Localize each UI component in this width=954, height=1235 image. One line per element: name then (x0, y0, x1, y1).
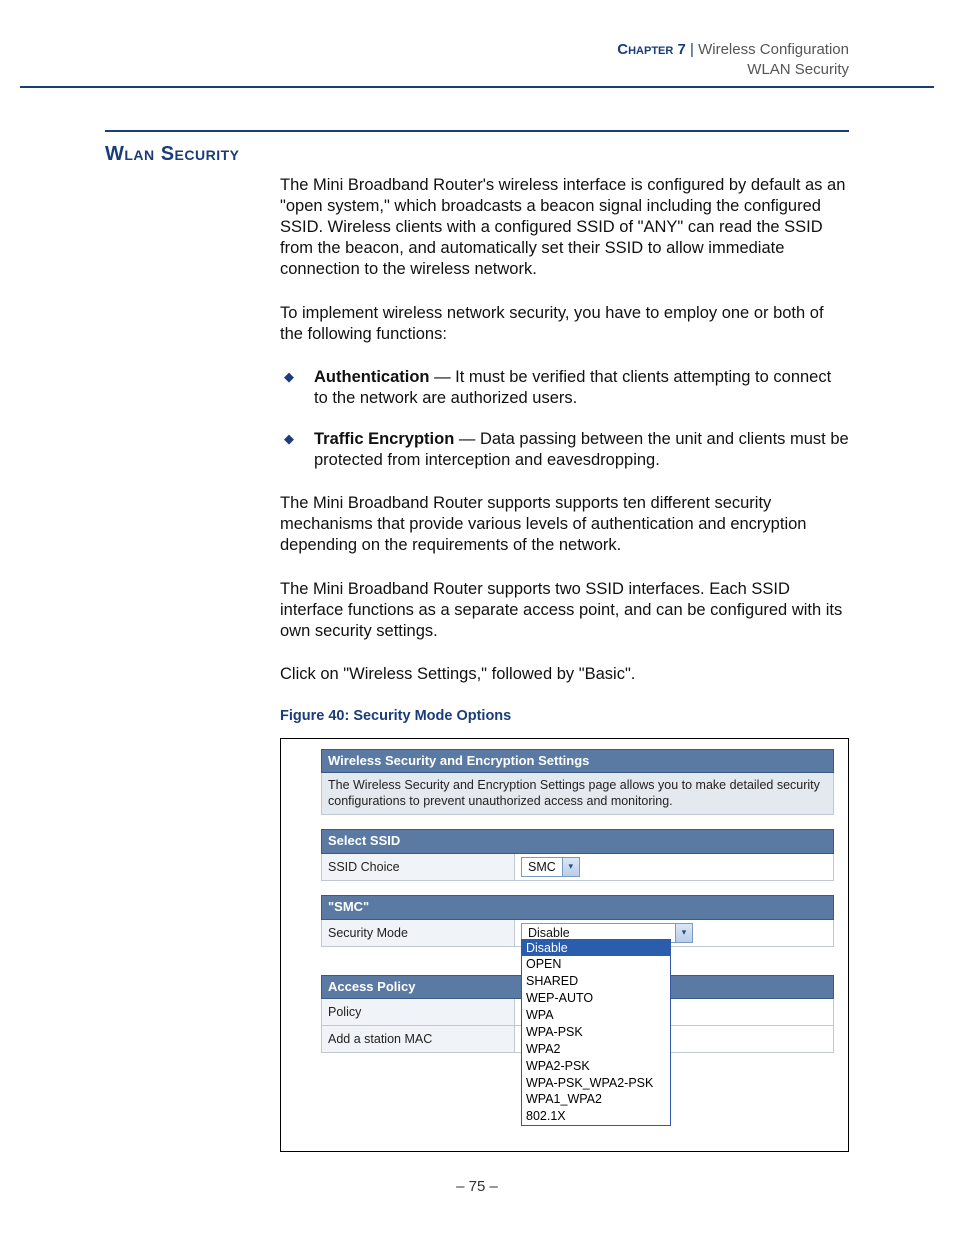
bullet-list: Authentication — It must be verified tha… (280, 367, 849, 471)
paragraph: The Mini Broadband Router supports two S… (280, 579, 849, 642)
dropdown-option[interactable]: SHARED (522, 973, 670, 990)
add-mac-label: Add a station MAC (322, 1026, 515, 1052)
ssid-choice-value: SMC (522, 859, 562, 875)
ssid-choice-select[interactable]: SMC ▾ (521, 857, 580, 877)
paragraph: The Mini Broadband Router supports suppo… (280, 493, 849, 556)
paragraph: Click on "Wireless Settings," followed b… (280, 664, 849, 685)
security-mode-label: Security Mode (322, 920, 515, 946)
page-number: – 75 – (0, 1178, 954, 1195)
list-item: Traffic Encryption — Data passing betwee… (280, 429, 849, 471)
panel-description: The Wireless Security and Encryption Set… (321, 773, 834, 815)
dropdown-option[interactable]: WPA2 (522, 1041, 670, 1058)
bullet-label: Authentication (314, 368, 430, 386)
panel-title-encryption: Wireless Security and Encryption Setting… (321, 749, 834, 774)
panel-title-smc: "SMC" (321, 895, 834, 920)
header-section-title: Wireless Configuration (698, 41, 849, 58)
ssid-choice-label: SSID Choice (322, 854, 515, 880)
dropdown-option[interactable]: WPA (522, 1007, 670, 1024)
dropdown-option[interactable]: WEP-AUTO (522, 990, 670, 1007)
chapter-label: Chapter 7 (617, 41, 686, 58)
header-subsection: WLAN Security (617, 60, 849, 80)
security-mode-dropdown[interactable]: Disable OPEN SHARED WEP-AUTO WPA WPA-PSK… (521, 939, 671, 1127)
dropdown-option[interactable]: WPA-PSK (522, 1024, 670, 1041)
ssid-choice-row: SSID Choice SMC ▾ (321, 854, 834, 881)
header-divider: | (686, 41, 698, 58)
dropdown-option[interactable]: 802.1X (522, 1108, 670, 1125)
chevron-down-icon: ▾ (562, 858, 579, 876)
policy-label: Policy (322, 999, 515, 1025)
dropdown-option[interactable]: WPA-PSK_WPA2-PSK (522, 1075, 670, 1092)
paragraph: The Mini Broadband Router's wireless int… (280, 175, 849, 281)
chevron-down-icon: ▾ (675, 924, 692, 942)
body-content: The Mini Broadband Router's wireless int… (280, 175, 849, 1152)
bullet-label: Traffic Encryption (314, 430, 454, 448)
section-rule (105, 130, 849, 132)
figure-caption: Figure 40: Security Mode Options (280, 707, 849, 726)
dropdown-option[interactable]: Disable (522, 940, 670, 957)
figure-screenshot: Wireless Security and Encryption Setting… (280, 738, 849, 1152)
dropdown-option[interactable]: OPEN (522, 956, 670, 973)
header-rule (20, 86, 934, 88)
page-header: Chapter 7 | Wireless Configuration WLAN … (617, 40, 849, 79)
dropdown-option[interactable]: WPA1_WPA2 (522, 1091, 670, 1108)
panel-title-select-ssid: Select SSID (321, 829, 834, 854)
section-title: Wlan Security (105, 143, 240, 166)
dropdown-option[interactable]: WPA2-PSK (522, 1058, 670, 1075)
paragraph: To implement wireless network security, … (280, 303, 849, 345)
list-item: Authentication — It must be verified tha… (280, 367, 849, 409)
